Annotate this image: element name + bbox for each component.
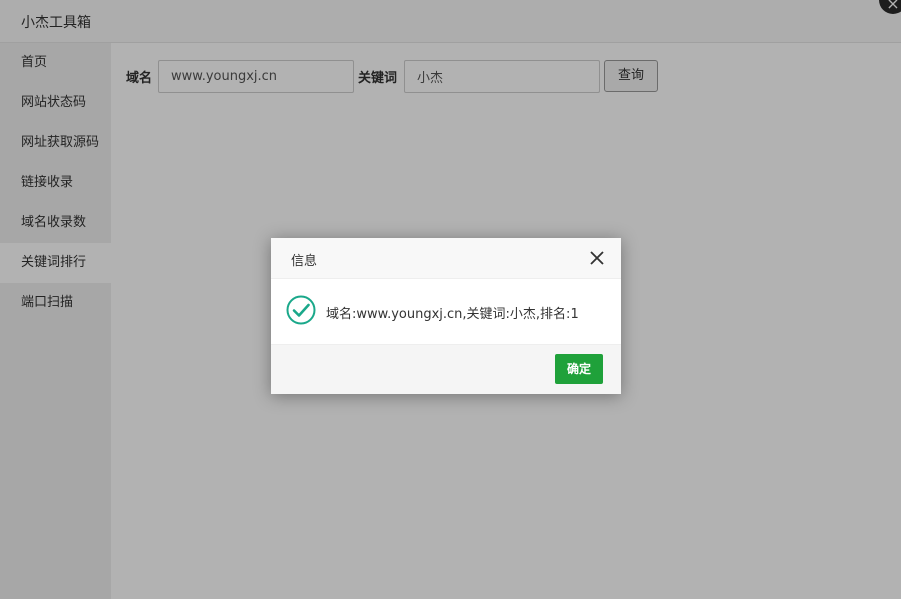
info-dialog: 信息 域名:www.youngxj.cn,关键词:小杰,排名:1 确定 [271, 238, 621, 394]
dialog-footer: 确定 [271, 344, 621, 394]
dialog-body: 域名:www.youngxj.cn,关键词:小杰,排名:1 [271, 279, 621, 344]
check-circle-icon [286, 295, 316, 325]
close-icon[interactable] [589, 250, 605, 266]
confirm-button[interactable]: 确定 [555, 354, 603, 384]
dialog-header: 信息 [271, 238, 621, 279]
dialog-message: 域名:www.youngxj.cn,关键词:小杰,排名:1 [326, 307, 579, 322]
dialog-title: 信息 [291, 254, 318, 269]
